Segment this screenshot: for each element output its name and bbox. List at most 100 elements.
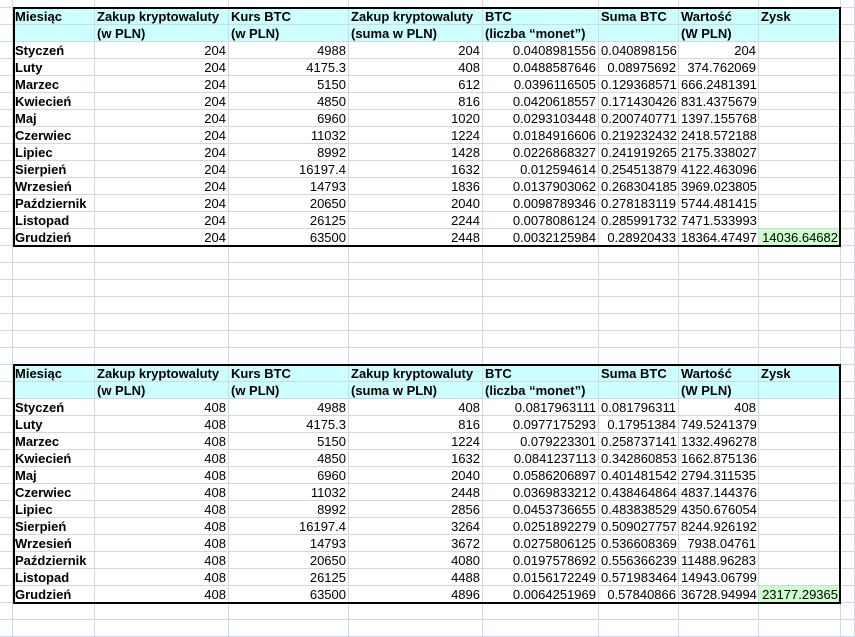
data-cell[interactable]: 2244	[349, 212, 483, 229]
cell-empty[interactable]	[679, 280, 759, 297]
data-cell[interactable]	[759, 450, 841, 467]
data-cell[interactable]: 0.438464864	[599, 484, 679, 501]
profit-cell[interactable]: 14036.64682	[759, 229, 841, 246]
data-cell[interactable]: 0.0064251969	[483, 586, 599, 603]
cell-empty[interactable]	[483, 314, 599, 331]
data-cell[interactable]: 0.17951384	[599, 416, 679, 433]
column-header-cell[interactable]: Wartość	[679, 8, 759, 25]
cell-empty[interactable]	[95, 620, 229, 637]
data-cell[interactable]: 666.2481391	[679, 76, 759, 93]
data-cell[interactable]: 1020	[349, 110, 483, 127]
cell-empty[interactable]	[13, 314, 95, 331]
data-cell[interactable]: 20650	[229, 195, 349, 212]
data-cell[interactable]	[759, 110, 841, 127]
cell-empty[interactable]	[95, 297, 229, 314]
data-cell[interactable]	[759, 467, 841, 484]
cell-empty[interactable]	[679, 348, 759, 365]
cell-empty[interactable]	[229, 314, 349, 331]
month-label-cell[interactable]: Listopad	[13, 212, 95, 229]
column-header-cell[interactable]: (suma w PLN)	[349, 25, 483, 42]
cell-empty[interactable]	[0, 42, 13, 59]
column-header-cell[interactable]: (suma w PLN)	[349, 382, 483, 399]
cell-empty[interactable]	[841, 365, 855, 382]
data-cell[interactable]: 4175.3	[229, 416, 349, 433]
cell-empty[interactable]	[483, 603, 599, 620]
cell-empty[interactable]	[229, 263, 349, 280]
data-cell[interactable]: 0.081796311	[599, 399, 679, 416]
data-cell[interactable]: 816	[349, 93, 483, 110]
cell-empty[interactable]	[679, 246, 759, 263]
data-cell[interactable]: 408	[95, 501, 229, 518]
data-cell[interactable]: 11032	[229, 127, 349, 144]
cell-empty[interactable]	[349, 297, 483, 314]
month-label-cell[interactable]: Styczeń	[13, 399, 95, 416]
cell-empty[interactable]	[841, 161, 855, 178]
column-header-cell[interactable]	[13, 382, 95, 399]
data-cell[interactable]: 0.258737141	[599, 433, 679, 450]
cell-empty[interactable]	[0, 535, 13, 552]
cell-empty[interactable]	[841, 42, 855, 59]
cell-empty[interactable]	[349, 603, 483, 620]
data-cell[interactable]: 0.0078086124	[483, 212, 599, 229]
cell-empty[interactable]	[483, 246, 599, 263]
data-cell[interactable]: 1836	[349, 178, 483, 195]
month-label-cell[interactable]: Marzec	[13, 433, 95, 450]
data-cell[interactable]: 4175.3	[229, 59, 349, 76]
data-cell[interactable]: 4122.463096	[679, 161, 759, 178]
cell-empty[interactable]	[841, 331, 855, 348]
data-cell[interactable]: 204	[95, 59, 229, 76]
data-cell[interactable]: 204	[95, 42, 229, 59]
data-cell[interactable]: 0.536608369	[599, 535, 679, 552]
column-header-cell[interactable]	[759, 382, 841, 399]
data-cell[interactable]: 20650	[229, 552, 349, 569]
data-cell[interactable]: 0.28920433	[599, 229, 679, 246]
data-cell[interactable]: 8992	[229, 144, 349, 161]
column-header-cell[interactable]: Miesiąc	[13, 365, 95, 382]
cell-empty[interactable]	[841, 297, 855, 314]
cell-empty[interactable]	[95, 314, 229, 331]
cell-empty[interactable]	[841, 620, 855, 637]
cell-empty[interactable]	[759, 603, 841, 620]
month-label-cell[interactable]: Kwiecień	[13, 93, 95, 110]
cell-empty[interactable]	[841, 59, 855, 76]
column-header-cell[interactable]: Zysk	[759, 365, 841, 382]
data-cell[interactable]: 204	[95, 127, 229, 144]
cell-empty[interactable]	[229, 348, 349, 365]
cell-empty[interactable]	[599, 331, 679, 348]
cell-empty[interactable]	[229, 280, 349, 297]
cell-empty[interactable]	[841, 246, 855, 263]
data-cell[interactable]: 8244.926192	[679, 518, 759, 535]
cell-empty[interactable]	[0, 586, 13, 603]
data-cell[interactable]: 0.0275806125	[483, 535, 599, 552]
data-cell[interactable]: 11488.96283	[679, 552, 759, 569]
cell-empty[interactable]	[13, 348, 95, 365]
data-cell[interactable]: 0.079223301	[483, 433, 599, 450]
cell-empty[interactable]	[0, 195, 13, 212]
data-cell[interactable]: 0.219232432	[599, 127, 679, 144]
month-label-cell[interactable]: Listopad	[13, 569, 95, 586]
data-cell[interactable]: 0.0098789346	[483, 195, 599, 212]
cell-empty[interactable]	[0, 331, 13, 348]
month-label-cell[interactable]: Czerwiec	[13, 127, 95, 144]
data-cell[interactable]: 0.0977175293	[483, 416, 599, 433]
data-cell[interactable]: 4850	[229, 93, 349, 110]
data-cell[interactable]: 4080	[349, 552, 483, 569]
cell-empty[interactable]	[349, 263, 483, 280]
data-cell[interactable]: 63500	[229, 586, 349, 603]
cell-empty[interactable]	[0, 93, 13, 110]
data-cell[interactable]: 1397.155768	[679, 110, 759, 127]
cell-empty[interactable]	[0, 229, 13, 246]
cell-empty[interactable]	[0, 552, 13, 569]
column-header-cell[interactable]: (w PLN)	[95, 25, 229, 42]
data-cell[interactable]: 4350.676054	[679, 501, 759, 518]
cell-empty[interactable]	[0, 382, 13, 399]
cell-empty[interactable]	[0, 76, 13, 93]
column-header-cell[interactable]: Kurs BTC	[229, 8, 349, 25]
cell-empty[interactable]	[841, 93, 855, 110]
data-cell[interactable]: 0.556366239	[599, 552, 679, 569]
cell-empty[interactable]	[841, 8, 855, 25]
data-cell[interactable]: 749.5241379	[679, 416, 759, 433]
data-cell[interactable]	[759, 161, 841, 178]
cell-empty[interactable]	[841, 144, 855, 161]
data-cell[interactable]: 2794.311535	[679, 467, 759, 484]
